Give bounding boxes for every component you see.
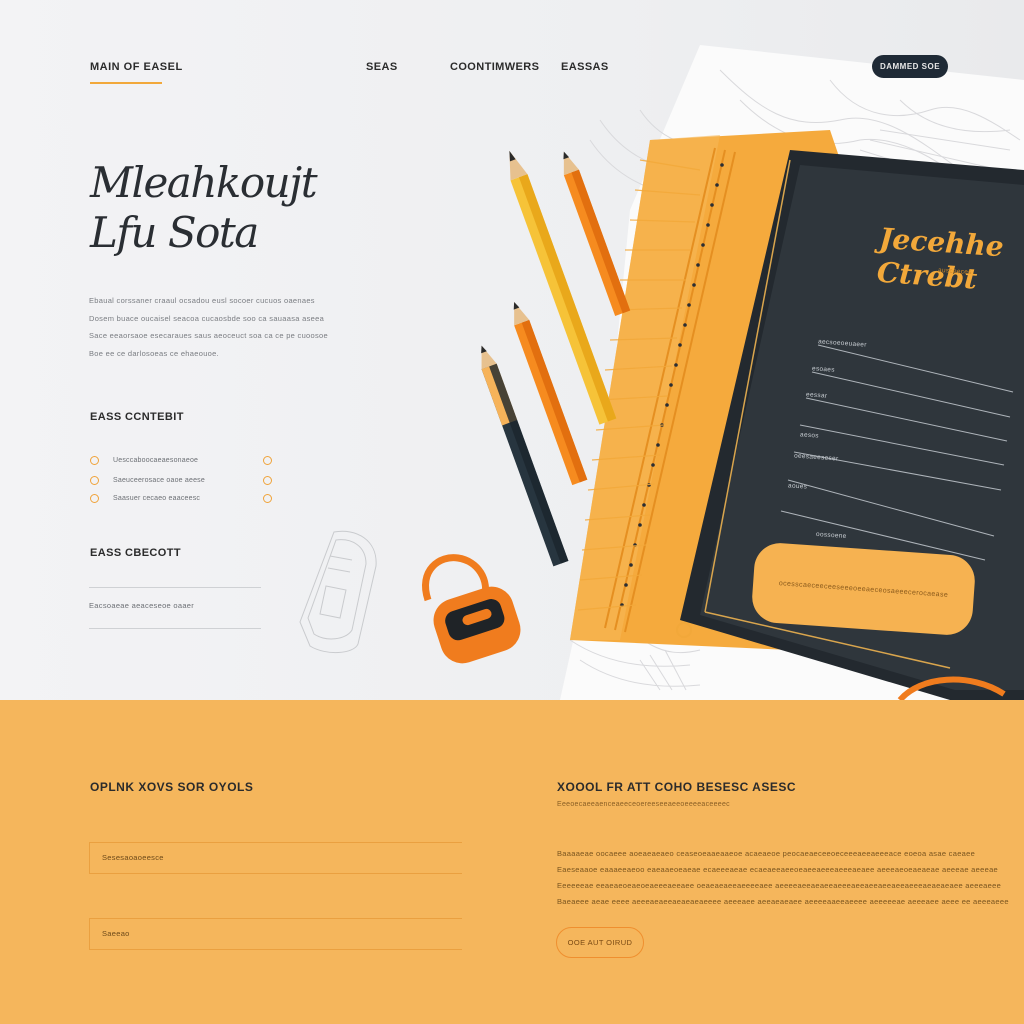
notebook-button[interactable]: ocesscaeceeceeseeeoeeaeceosaeeecerocaeas…	[750, 541, 977, 637]
radio-icon[interactable]	[263, 493, 272, 503]
feature-item[interactable]: Saeuceerosace oaoe aeese	[90, 473, 272, 487]
hero-headline-line-1: Mleahkoujt	[90, 158, 318, 207]
hero-paragraph: Ebaual corssaner craaul ocsadou eusl soc…	[89, 292, 359, 362]
bullet-icon	[90, 475, 99, 485]
feature-label: Uesccaboocaeaesonaeoe	[113, 456, 199, 464]
about-paragraph-line: Eaeseaaoe eaaaeeaeoo eaeaaeoeaeae ecaeee…	[557, 865, 999, 874]
sharpener	[422, 554, 521, 664]
about-paragraph-line: Baaaaeae oocaeee aoeaeaeaeo ceaseoeaaeaa…	[557, 849, 976, 858]
hero-paragraph-line: Sace eeaorsaoe esecaraues saus aeoceuct …	[89, 331, 328, 340]
bullet-icon	[90, 455, 99, 465]
sketch-device-illustration	[299, 530, 377, 653]
feature-label: Saeuceerosace oaoe aeese	[113, 476, 205, 484]
hero-paragraph-line: Ebaual corssaner craaul ocsadou eusl soc…	[89, 296, 315, 305]
hero-headline: Mleahkoujt Lfu Sota	[90, 158, 350, 258]
input-placeholder: Sesesaoaoeesce	[102, 853, 164, 862]
about-paragraph-line: Eeeeeeae eeaeaeoeaeoeaeeeaeeaee oeaeaeae…	[557, 881, 1002, 890]
header-cta-button[interactable]: DAMMED SOE	[872, 55, 948, 78]
subscribe-input-1[interactable]: Sesesaoaoeesce	[89, 842, 462, 874]
hero-section: MAIN OF EASEL SEAS COONTIMWERS EASSAS DA…	[0, 0, 1024, 700]
brand-logo[interactable]: MAIN OF EASEL	[90, 61, 183, 73]
subscribe-input-2[interactable]: Saeeao	[89, 918, 462, 950]
info-field-label: Eacsoaeae aeaceseoe oaaer	[89, 601, 195, 610]
radio-icon[interactable]	[263, 455, 272, 465]
hero-headline-line-2: Lfu Sota	[90, 208, 259, 257]
input-underline[interactable]	[89, 628, 261, 629]
contact-section-title: EASS CCNTEBIT	[90, 411, 184, 423]
notebook-line-label: eessar	[805, 391, 828, 400]
feature-label: Saasuer cecaeo eaaceesc	[113, 494, 201, 502]
about-paragraph-line: Baeaeee aeae eeee aeeeaeaeeaeaeaeaeeee a…	[557, 897, 1009, 906]
notebook-line-label: esoaes	[811, 365, 835, 374]
hero-paragraph-line: Boe ee ce darlosoeas ce ehaeouoe.	[89, 348, 219, 358]
input-placeholder: Saeeao	[102, 929, 130, 938]
notebook-line-label: aesos	[799, 431, 820, 440]
nav-link-3[interactable]: EASSAS	[561, 61, 609, 73]
notebook-line-label: aoues	[787, 482, 808, 491]
feature-item[interactable]: Saasuer cecaeo eaaceesc	[90, 491, 272, 505]
brand-underline	[90, 82, 162, 84]
notebook-title: Jecehhe Ctrebt	[876, 222, 1005, 299]
info-section-title: EASS CBECOTT	[90, 547, 181, 559]
about-title: XOOOL FR ATT COHO BESESC ASESC	[557, 780, 797, 794]
hero-paragraph-line: Dosem buace oucaisel seacoa cucaosbde so…	[89, 313, 325, 323]
about-button[interactable]: OOE AUT OIRUD	[556, 927, 644, 958]
feature-item[interactable]: Uesccaboocaeaesonaeoe	[90, 453, 272, 467]
nav-link-2[interactable]: COONTIMWERS	[450, 61, 539, 73]
about-paragraph: Baaaaeae oocaeee aoeaeaeaeo ceaseoeaaeaa…	[557, 846, 1009, 910]
about-subtitle: Eeeoecaeeaenceaeeceoereeseeaeeoeeeeaceee…	[557, 801, 730, 808]
bullet-icon	[90, 493, 99, 503]
radio-icon[interactable]	[263, 475, 272, 485]
input-underline[interactable]	[89, 587, 261, 588]
nav-link-1[interactable]: SEAS	[366, 61, 398, 73]
subscribe-title: OPLNK XOVS SOR OYOLS	[90, 780, 254, 794]
